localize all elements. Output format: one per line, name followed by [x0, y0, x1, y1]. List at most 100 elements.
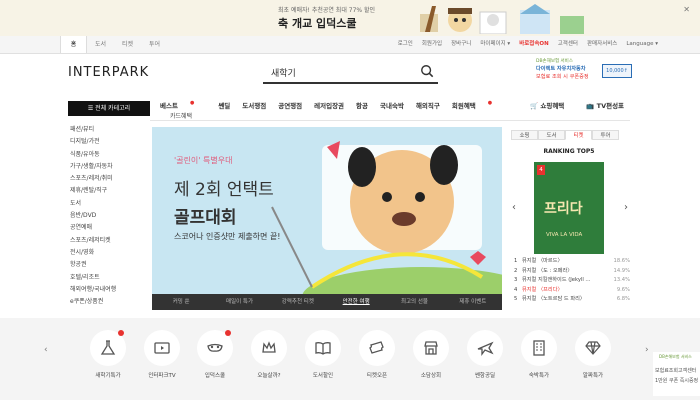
category-item[interactable]: 디지털/가전	[68, 136, 150, 148]
ranking-poster[interactable]: 4 프리다 VIVA LA VIDA	[534, 162, 604, 254]
ranking-tab-shopping[interactable]: 쇼핑	[511, 130, 538, 140]
banner-tab-active[interactable]: 안전한 여행	[327, 294, 385, 310]
all-category-button[interactable]: ☰ 전체 카테고리	[68, 101, 150, 116]
mypage-link[interactable]: 마이페이지 ▾	[480, 36, 510, 53]
category-item[interactable]: 패션/뷰티	[68, 124, 150, 136]
ranking-row[interactable]: 2 뮤지컬 〈도 : 오페라〉 14.9%	[514, 267, 630, 277]
menu-leisure-ticket[interactable]: 레저입장권	[314, 100, 344, 110]
new-dot-icon: ●	[189, 100, 195, 106]
ranking-row-active[interactable]: 4 뮤지컬 〈프리다〉 9.6%	[514, 286, 630, 296]
shortcut-label: 인터파크TV	[148, 373, 176, 379]
ranking-pct: 9.6%	[616, 286, 630, 293]
shopping-benefit-link[interactable]: 🛒 쇼핑혜택	[530, 100, 564, 110]
menu-show-issue[interactable]: 공연쟁점	[278, 100, 302, 110]
site-logo[interactable]: INTERPARK	[68, 65, 149, 80]
chevron-left-icon[interactable]: ‹	[44, 345, 48, 355]
shortcut-ticket-open[interactable]: 티켓오픈	[350, 330, 404, 379]
tv-schedule-link[interactable]: 📺 TV편성표	[586, 100, 624, 110]
shortcut-book-sale[interactable]: 도서할인	[296, 330, 350, 379]
shortcut-stay-deal[interactable]: 숙박특가	[512, 330, 566, 379]
shortcut-label: 오늘살까?	[257, 373, 281, 379]
login-link[interactable]: 로그인	[398, 36, 413, 53]
shortcut-sodam-store[interactable]: 소담상회	[404, 330, 458, 379]
category-item[interactable]: 음반/DVD	[68, 210, 150, 222]
category-item[interactable]: 전시/영화	[68, 247, 150, 259]
ranking-item-title: 뮤지컬 〈도 : 오페라〉	[522, 267, 573, 274]
shortcut-best-deal[interactable]: 알짜특가	[566, 330, 620, 379]
ranking-tab-ticket[interactable]: 티켓	[565, 130, 592, 140]
cart-link[interactable]: 장바구니	[451, 36, 471, 53]
menu-domestic-stay[interactable]: 국내숙박	[380, 100, 404, 110]
gnb-tab-tour[interactable]: 투어	[141, 36, 168, 53]
ranking-title: RANKING TOP5	[543, 148, 595, 155]
ranking-panel: 쇼핑 도서 티켓 투어 RANKING TOP5 ‹ 4 프리다 VIVA LA…	[508, 130, 630, 308]
category-item[interactable]: 식품/유아동	[68, 149, 150, 161]
mask-icon	[207, 343, 223, 352]
language-select[interactable]: Language ▾	[626, 36, 658, 53]
promo-banner[interactable]: 최초 예매자! 추천공연 최대 77% 할인 축 개교 입덕스쿨 ✕	[0, 0, 700, 36]
category-item[interactable]: 항공권	[68, 259, 150, 271]
ranking-tab-tour[interactable]: 투어	[592, 130, 619, 140]
signup-link[interactable]: 회원가입	[422, 36, 442, 53]
banner-tab[interactable]: 매일이 특가	[210, 294, 268, 310]
category-list: 패션/뷰티 디지털/가전 식품/유아동 가구/생활/자동차 스포츠/레저/취미 …	[68, 124, 150, 308]
shortcut-ipduk-school[interactable]: 입덕스쿨	[188, 330, 242, 379]
category-item[interactable]: e쿠폰/상품권	[68, 296, 150, 308]
banner-tab[interactable]: 최고의 선물	[385, 294, 443, 310]
right-nav: 🛒 쇼핑혜택 📺 TV편성표	[530, 100, 646, 110]
search-icon[interactable]	[420, 64, 434, 78]
shortcut-label: 숙박특가	[528, 373, 550, 379]
banner-description: 스코어나 인증샷만 제출하면 끝!	[174, 232, 281, 241]
gnb-tab-ticket[interactable]: 티켓	[114, 36, 141, 53]
side-ad[interactable]: DB손해보험 서비스 보험료조회고객센터 1만원 쿠폰 즉시증정	[653, 352, 700, 396]
banner-tab[interactable]: 강력추천 티켓	[269, 294, 327, 310]
chevron-right-icon[interactable]: ›	[624, 202, 628, 213]
shortcut-flight-deal[interactable]: 쎈항공딜	[458, 330, 512, 379]
chevron-right-icon[interactable]: ›	[645, 345, 649, 355]
header-ad[interactable]: DB손해보험 서비스 다이렉트 자유치자동차 보험료 조회 시 쿠폰증정 10,…	[528, 56, 632, 90]
global-nav: 홈 도서 티켓 투어 로그인 회원가입 장바구니 마이페이지 ▾ 바로접속ON …	[0, 36, 700, 54]
ranking-row[interactable]: 1 뮤지컬 〈마르드〉 18.6%	[514, 257, 630, 267]
gnb-tab-home[interactable]: 홈	[60, 36, 87, 53]
customer-center-link[interactable]: 고객센터	[558, 36, 578, 53]
shortcut-new-semester[interactable]: 새학기특가	[81, 330, 135, 379]
menu-overseas-direct[interactable]: 해외직구	[416, 100, 440, 110]
menu-flight[interactable]: 항공	[356, 100, 368, 110]
banner-tab[interactable]: 커밍 쑨	[152, 294, 210, 310]
category-item[interactable]: 스포츠/레저티켓	[68, 235, 150, 247]
category-item[interactable]: 해외여행/국내여행	[68, 284, 150, 296]
main-banner[interactable]: '골린이' 특별우대 제 2회 언택트 골프대회 스코어나 인증샷만 제출하면 …	[152, 127, 502, 310]
ranking-pct: 18.6%	[613, 258, 630, 264]
close-icon[interactable]: ✕	[683, 5, 690, 14]
building-icon	[533, 340, 545, 356]
category-item[interactable]: 제휴/렌탈/직구	[68, 185, 150, 197]
category-item[interactable]: 공연예매	[68, 222, 150, 234]
shortcut-buy-today[interactable]: 오늘살까?	[242, 330, 296, 379]
gnb-tab-books[interactable]: 도서	[87, 36, 114, 53]
ranking-row[interactable]: 5 뮤지컬 〈노트르담 드 파리〉 6.8%	[514, 295, 630, 305]
quick-access-link[interactable]: 바로접속ON	[519, 36, 549, 53]
diamond-icon	[585, 341, 601, 355]
shortcut-label: 도서할인	[312, 373, 334, 379]
ranking-row[interactable]: 3 뮤지컬 지킬앤하이드 (Jekyll ... 13.4%	[514, 276, 630, 286]
ranking-num: 2	[514, 267, 518, 274]
category-item[interactable]: 스포츠/레저/취미	[68, 173, 150, 185]
menu-deal[interactable]: 쎈딜	[218, 100, 230, 110]
ranking-tab-books[interactable]: 도서	[538, 130, 565, 140]
category-item[interactable]: 도서	[68, 198, 150, 210]
search-box[interactable]: 새학기	[263, 62, 438, 84]
menu-best[interactable]: 베스트 ●	[160, 100, 206, 110]
shortcut-label: 새학기특가	[95, 373, 121, 379]
ad-subline: 보험료 조회 시 쿠폰증정	[536, 74, 589, 80]
chevron-left-icon[interactable]: ‹	[512, 202, 516, 213]
search-input[interactable]: 새학기	[271, 66, 296, 79]
menu-member-benefit[interactable]: 회원혜택 ●	[452, 100, 504, 110]
seller-service-link[interactable]: 판매자서비스	[587, 36, 617, 53]
menu-card-benefit[interactable]: 카드혜택	[170, 111, 192, 120]
banner-tab[interactable]: 제휴 이벤트	[444, 294, 502, 310]
category-item[interactable]: 가구/생활/자동차	[68, 161, 150, 173]
menu-book-issue[interactable]: 도서쟁점	[242, 100, 266, 110]
category-item[interactable]: 호텔/리조트	[68, 272, 150, 284]
shortcut-interpark-tv[interactable]: 인터파크TV	[135, 330, 189, 379]
ranking-num: 4	[514, 286, 518, 293]
